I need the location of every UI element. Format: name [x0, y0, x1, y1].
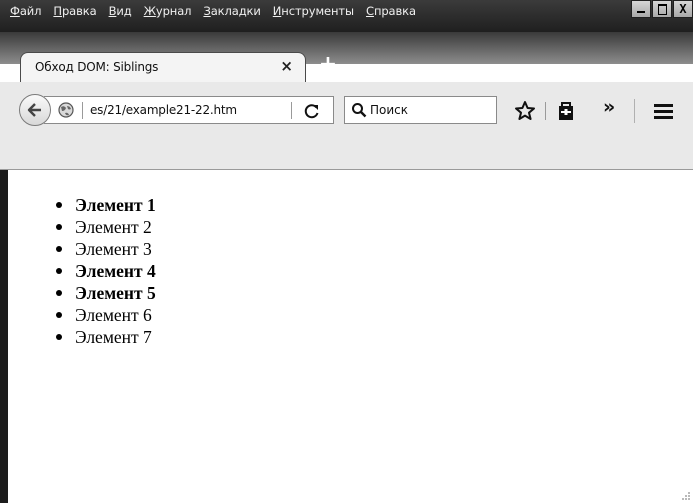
menu-bookmarks-accel: З: [203, 4, 211, 18]
search-input[interactable]: Поиск: [370, 103, 408, 117]
list-item: Элемент 4: [54, 260, 156, 282]
page-content: Элемент 1 Элемент 2 Элемент 3 Элемент 4 …: [0, 170, 693, 503]
reload-icon[interactable]: [303, 102, 321, 120]
menu-bar: Файл Правка Вид Журнал Закладки Инструме…: [0, 0, 693, 32]
list-item: Элемент 5: [54, 282, 156, 304]
element-list: Элемент 1 Элемент 2 Элемент 3 Элемент 4 …: [54, 194, 156, 348]
minimize-button[interactable]: [631, 0, 651, 18]
url-divider: [82, 102, 83, 119]
url-divider-2: [291, 102, 292, 119]
list-item: Элемент 2: [54, 216, 156, 238]
toolbar-separator: [545, 102, 546, 120]
back-button[interactable]: [19, 94, 51, 126]
menu-file-accel: Ф: [10, 4, 20, 18]
tab-close-icon[interactable]: ×: [280, 57, 293, 75]
menu-file-label: айл: [19, 4, 42, 18]
list-item: Элемент 1: [54, 194, 156, 216]
close-window-button[interactable]: X: [673, 0, 693, 18]
search-bar[interactable]: Поиск: [344, 96, 497, 124]
menu-edit[interactable]: Правка: [43, 4, 96, 18]
menu-tools[interactable]: Инструменты: [263, 4, 354, 18]
menu-edit-accel: П: [53, 4, 62, 18]
menu-history[interactable]: Журнал: [134, 4, 192, 18]
close-window-label: X: [679, 2, 687, 16]
menu-help-accel: С: [366, 4, 374, 18]
menu-view-label: ид: [116, 4, 132, 18]
overflow-chevron-icon[interactable]: »: [603, 96, 615, 118]
menu-help-label: правка: [373, 4, 416, 18]
search-icon: [352, 103, 367, 118]
window-controls: X: [630, 0, 693, 20]
list-item: Элемент 7: [54, 326, 156, 348]
menu-file[interactable]: Файл: [0, 4, 41, 18]
library-icon[interactable]: [555, 100, 577, 122]
toolbar-separator-2: [634, 99, 635, 123]
new-tab-button[interactable]: +: [316, 54, 340, 78]
globe-icon[interactable]: [58, 102, 74, 118]
url-bar[interactable]: es/21/example21-22.htm: [44, 96, 334, 124]
menu-tools-label: нструменты: [281, 4, 354, 18]
list-item: Элемент 3: [54, 238, 156, 260]
hamburger-icon[interactable]: [654, 104, 673, 119]
menu-history-label: урнал: [155, 4, 192, 18]
url-text[interactable]: es/21/example21-22.htm: [90, 103, 237, 117]
back-arrow-icon: [27, 103, 41, 117]
tab-active[interactable]: Обход DOM: Siblings ×: [20, 52, 306, 82]
menu-history-accel: Ж: [143, 4, 156, 18]
nav-toolbar: es/21/example21-22.htm Поиск »: [0, 82, 693, 170]
menu-items: Файл Правка Вид Журнал Закладки Инструме…: [0, 2, 418, 20]
star-icon[interactable]: [514, 100, 536, 122]
menu-help[interactable]: Справка: [356, 4, 416, 18]
menu-bookmarks[interactable]: Закладки: [193, 4, 260, 18]
menu-bookmarks-label: акладки: [210, 4, 261, 18]
menu-view[interactable]: Вид: [99, 4, 132, 18]
resize-grip-icon[interactable]: [681, 491, 691, 501]
maximize-button[interactable]: [652, 0, 672, 18]
list-item: Элемент 6: [54, 304, 156, 326]
tab-title: Обход DOM: Siblings: [35, 60, 159, 74]
menu-edit-label: равка: [61, 4, 97, 18]
browser-window: Файл Правка Вид Журнал Закладки Инструме…: [0, 0, 693, 503]
